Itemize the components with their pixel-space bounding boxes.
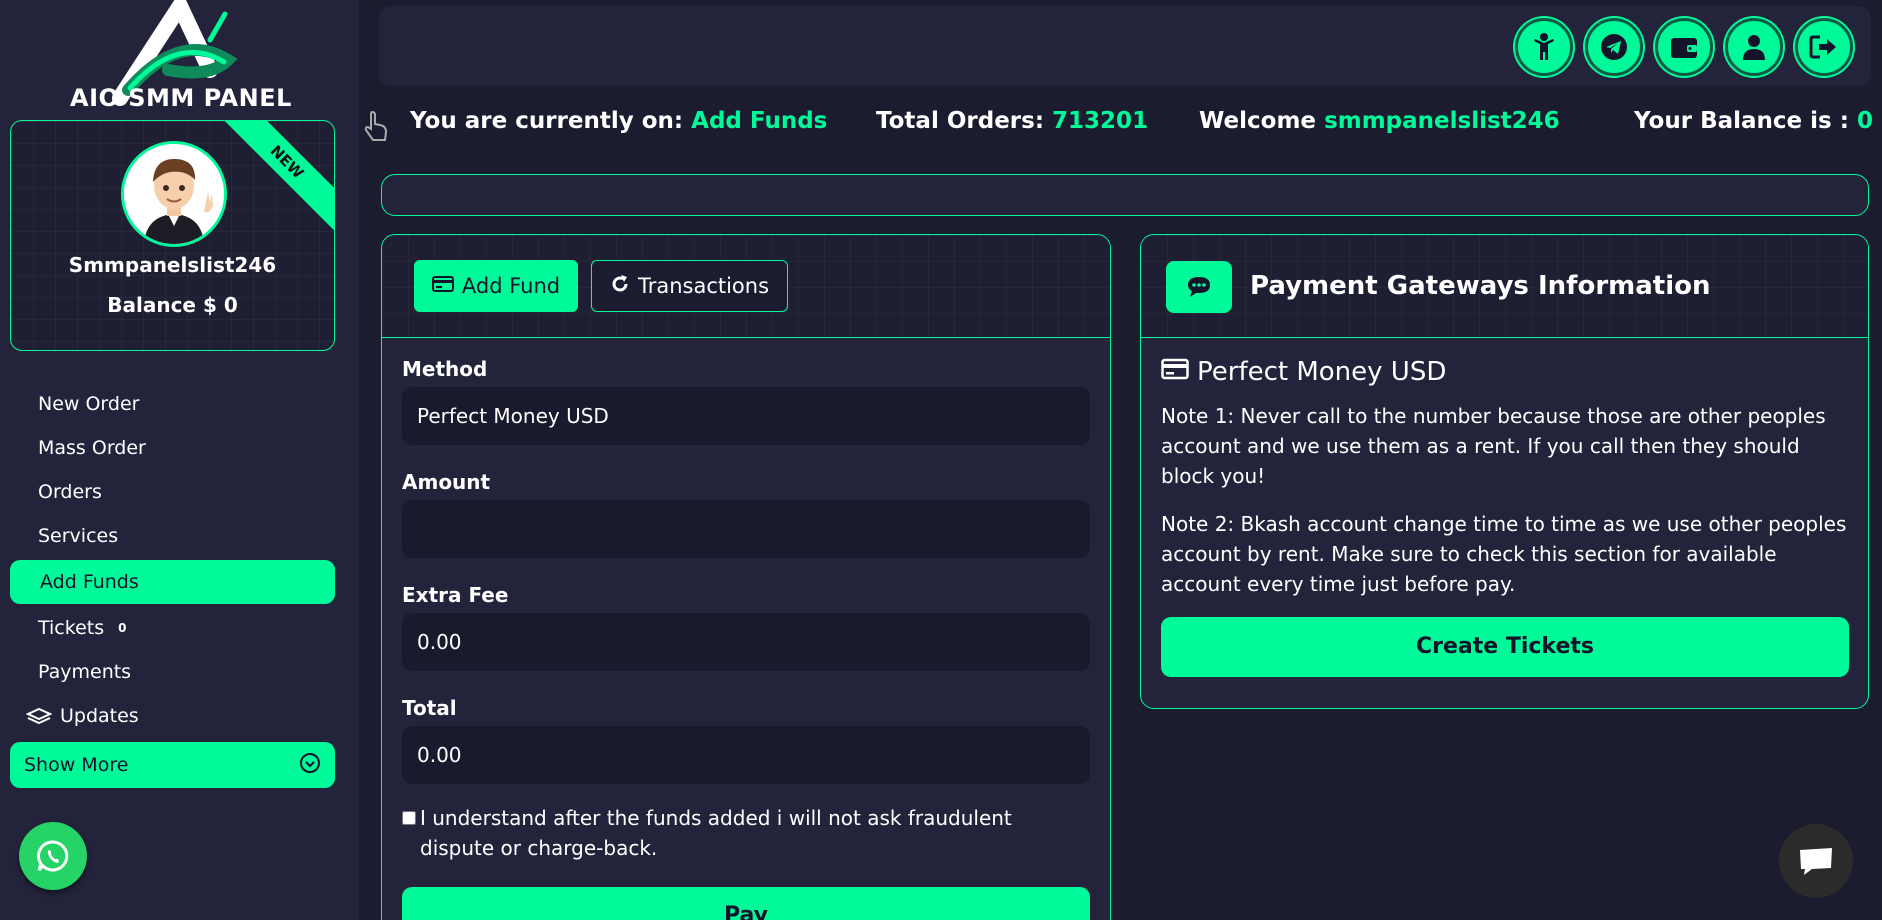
balance-info: Your Balance is : 0 [1634,108,1873,134]
agreement-row: I understand after the funds added i wil… [402,803,1090,863]
payment-gateway-card: Payment Gateways Information Perfect Mon… [1140,234,1869,709]
profile-balance: Balance $ 0 [107,293,238,317]
welcome-username: smmpanelslist246 [1324,108,1560,134]
add-fund-form: Method Perfect Money USD Amount Extra Fe… [402,357,1090,920]
sidebar-nav: New Order Mass Order Orders Services Add… [10,382,335,738]
amount-label: Amount [402,470,491,494]
extra-fee-label: Extra Fee [402,583,509,607]
refresh-icon [610,274,630,299]
extra-fee-field: 0.00 [402,613,1090,671]
tab-add-fund-label: Add Fund [461,274,561,298]
show-more-button[interactable]: Show More [10,742,335,788]
method-label: Method [402,357,488,381]
sidebar-item-label: New Order [38,393,140,415]
sidebar-item-new-order[interactable]: New Order [10,382,335,426]
top-header [379,6,1871,86]
profile-username: Smmpanelslist246 [68,253,277,277]
gateway-method: Perfect Money USD [1161,357,1849,387]
add-fund-card: Add Fund Transactions Method Perfect Mon… [381,234,1111,920]
tab-transactions[interactable]: Transactions [591,260,788,312]
total-orders-value: 713201 [1052,108,1149,134]
sidebar-item-mass-order[interactable]: Mass Order [10,426,335,470]
sidebar-item-orders[interactable]: Orders [10,470,335,514]
gateway-note-1: Note 1: Never call to the number because… [1161,404,1826,488]
pay-button[interactable]: Pay [402,887,1090,920]
whatsapp-icon[interactable] [19,822,87,890]
announcement-bar [381,174,1869,216]
chat-bubble-icon [1166,261,1232,313]
gateway-note-2: Note 2: Bkash account change time to tim… [1161,512,1847,596]
welcome-info: Welcome smmpanelslist246 [1199,108,1560,134]
credit-card-icon [1161,357,1189,387]
balance-value: 0 [1856,108,1873,134]
sidebar-item-label: Tickets [38,617,105,639]
sidebar-item-label: Mass Order [38,437,146,459]
method-select[interactable]: Perfect Money USD [402,387,1090,445]
telegram-icon[interactable] [1585,18,1643,76]
logout-icon[interactable] [1795,18,1853,76]
info-row: You are currently on: Add Funds Total Or… [0,108,1882,144]
wallet-icon[interactable] [1655,18,1713,76]
sidebar-item-add-funds[interactable]: Add Funds [10,560,335,604]
payment-gateway-body: Perfect Money USD Note 1: Never call to … [1161,357,1849,677]
amount-input[interactable] [402,500,1090,558]
sidebar-item-label: Services [38,525,119,547]
child-icon[interactable] [1515,18,1573,76]
agreement-text: I understand after the funds added i wil… [420,806,1012,860]
chevron-down-circle-icon [299,752,321,779]
total-orders-info: Total Orders: 713201 [876,108,1149,134]
tickets-count-badge: 0 [118,621,127,635]
show-more-label: Show More [24,754,129,776]
sidebar-item-payments[interactable]: Payments [10,650,335,694]
total-field: 0.00 [402,726,1090,784]
gateway-method-name: Perfect Money USD [1197,357,1447,387]
sidebar-item-label: Updates [60,705,139,727]
profile-card: NEW Smmpanelslist246 Balance $ 0 [10,120,335,351]
sidebar-item-tickets[interactable]: Tickets 0 [10,606,335,650]
user-icon[interactable] [1725,18,1783,76]
payment-gateway-title: Payment Gateways Information [1250,271,1711,301]
add-fund-card-header: Add Fund Transactions [382,235,1110,338]
top-icon-group [1515,18,1853,76]
credit-card-icon [431,274,454,298]
layers-icon [26,706,52,726]
payment-gateway-card-header: Payment Gateways Information [1141,235,1868,338]
tab-transactions-label: Transactions [637,274,770,298]
agreement-checkbox[interactable] [402,811,416,825]
sidebar-item-updates[interactable]: Updates [10,694,335,738]
sidebar-item-services[interactable]: Services [10,514,335,558]
current-page-info: You are currently on: Add Funds [410,108,828,134]
avatar [121,141,227,247]
sidebar-item-label: Add Funds [40,571,139,593]
sidebar-item-label: Orders [38,481,102,503]
live-chat-icon[interactable] [1779,824,1853,898]
total-label: Total [402,696,457,720]
current-page-name: Add Funds [691,108,828,134]
tab-add-fund[interactable]: Add Fund [414,260,578,312]
create-tickets-button[interactable]: Create Tickets [1161,617,1849,677]
sidebar-item-label: Payments [38,661,132,683]
